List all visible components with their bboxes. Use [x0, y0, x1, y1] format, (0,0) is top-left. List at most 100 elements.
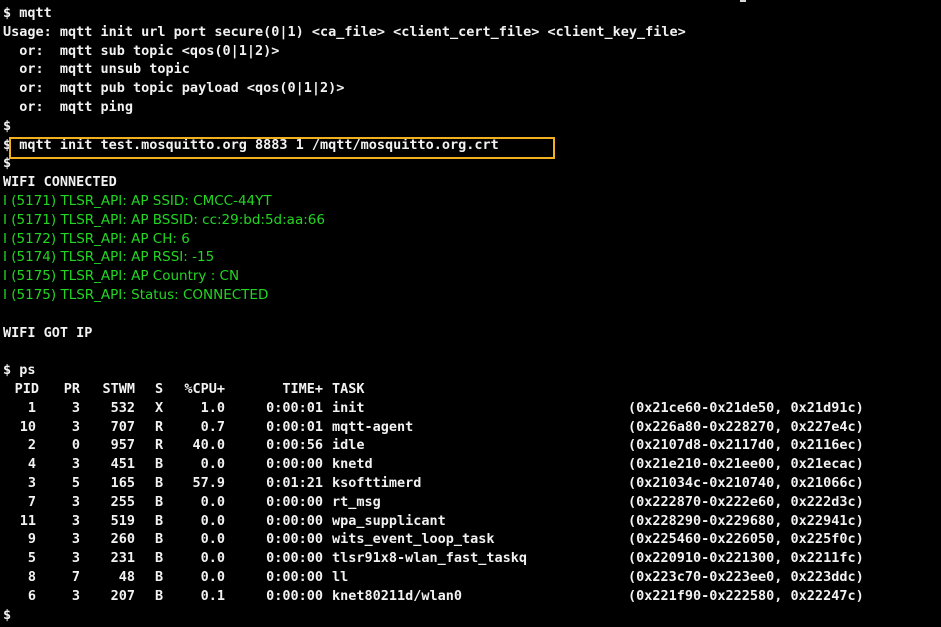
- ps-header-task: TASK: [332, 380, 365, 397]
- ps-cell-cpu: 0.0: [200, 568, 225, 585]
- ps-cell-task: ksofttimerd: [332, 474, 422, 491]
- ps-cell-s: B: [155, 587, 164, 604]
- ps-cell-pr: 3: [71, 550, 80, 567]
- ps-cell-time: 0:00:00: [266, 550, 323, 567]
- ps-cell-s: B: [155, 568, 164, 585]
- final-prompt-line: $: [3, 606, 12, 623]
- ps-table-row: 4 3 451 B 0.0 0:00:00 knetd (0x21e210-0x21ee00,…: [3, 455, 941, 474]
- wifi-connected-line: WIFI CONNECTED: [3, 174, 117, 191]
- ps-cell-cpu: 0.0: [200, 456, 225, 473]
- ps-cell-time: 0:00:00: [266, 512, 323, 529]
- cursor-mark: [740, 0, 746, 2]
- ps-cell-cpu: 0.7: [200, 418, 225, 435]
- ps-cell-task: rt_msg: [332, 493, 381, 510]
- ps-cell-time: 0:00:00: [266, 587, 323, 604]
- ps-cell-stwm: 260: [110, 531, 135, 548]
- ps-cell-time: 0:01:21: [266, 474, 323, 491]
- ps-cell-pid: 9: [27, 531, 36, 548]
- ps-cell-cpu: 1.0: [200, 399, 225, 416]
- terminal-line: or: mqtt pub topic payload <qos(0|1|2)>: [3, 80, 345, 97]
- ps-cell-task: init: [332, 399, 365, 416]
- ps-cell-task: ll: [332, 568, 349, 585]
- log-line: I (5172) TLSR_API: AP CH: 6: [3, 230, 190, 247]
- ps-cell-pid: 1: [27, 399, 36, 416]
- ps-cell-pid: 10: [19, 418, 36, 435]
- ps-cell-pid: 8: [27, 568, 36, 585]
- ps-cell-cpu: 0.0: [200, 531, 225, 548]
- ps-cell-pr: 3: [71, 531, 80, 548]
- ps-command-line: $ ps: [3, 362, 36, 379]
- log-line: I (5171) TLSR_API: AP SSID: CMCC-44YT: [3, 192, 272, 209]
- ps-header-row: PID PR STWM S %CPU+ TIME+ TASK: [3, 380, 941, 399]
- ps-cell-pr: 3: [71, 493, 80, 510]
- ps-cell-pr: 3: [71, 587, 80, 604]
- ps-table-row: 3 5 165 B 57.9 0:01:21 ksofttimerd (0x21034c-0x…: [3, 474, 941, 493]
- ps-cell-time: 0:00:01: [266, 399, 323, 416]
- ps-cell-pid: 6: [27, 587, 36, 604]
- ps-cell-stwm: 165: [110, 474, 135, 491]
- ps-cell-addr: (0x225460-0x226050, 0x225f0c): [628, 531, 864, 548]
- ps-cell-task: knetd: [332, 456, 373, 473]
- ps-header-stwm: STWM: [102, 380, 135, 397]
- ps-cell-s: B: [155, 512, 164, 529]
- ps-cell-addr: (0x228290-0x229680, 0x22941c): [628, 512, 864, 529]
- ps-cell-cpu: 40.0: [192, 437, 225, 454]
- ps-cell-stwm: 532: [110, 399, 135, 416]
- log-line: I (5174) TLSR_API: AP RSSI: -15: [3, 249, 215, 266]
- ps-cell-addr: (0x221f90-0x222580, 0x22247c): [628, 587, 864, 604]
- ps-table-row: 9 3 260 B 0.0 0:00:00 wits_event_loop_task (0x2…: [3, 530, 941, 549]
- ps-cell-cpu: 0.0: [200, 493, 225, 510]
- terminal-line: or: mqtt unsub topic: [3, 61, 190, 78]
- log-line: I (5171) TLSR_API: AP BSSID: cc:29:bd:5d…: [3, 211, 325, 228]
- ps-header-pr: PR: [63, 380, 80, 397]
- ps-cell-s: B: [155, 550, 164, 567]
- ps-cell-addr: (0x226a80-0x228270, 0x227e4c): [628, 418, 864, 435]
- ps-cell-s: B: [155, 474, 164, 491]
- ps-cell-pid: 11: [19, 512, 36, 529]
- ps-table-row: 10 3 707 R 0.7 0:00:01 mqtt-agent (0x226a80-0x2…: [3, 418, 941, 437]
- ps-cell-stwm: 707: [110, 418, 135, 435]
- ps-header-pid: PID: [14, 380, 39, 397]
- terminal-line: or: mqtt sub topic <qos(0|1|2)>: [3, 42, 280, 59]
- ps-cell-s: X: [155, 399, 164, 416]
- ps-cell-stwm: 255: [110, 493, 135, 510]
- ps-cell-addr: (0x220910-0x221300, 0x2211fc): [628, 550, 864, 567]
- ps-cell-stwm: 519: [110, 512, 135, 529]
- ps-cell-time: 0:00:00: [266, 568, 323, 585]
- ps-cell-time: 0:00:00: [266, 493, 323, 510]
- terminal-output[interactable]: $ mqtt Usage: mqtt init url port secure(…: [3, 4, 941, 624]
- ps-cell-stwm: 451: [110, 456, 135, 473]
- ps-cell-pid: 3: [27, 474, 36, 491]
- log-line: I (5175) TLSR_API: AP Country : CN: [3, 268, 240, 285]
- terminal-line: or: mqtt ping: [3, 98, 134, 115]
- ps-cell-cpu: 57.9: [192, 474, 225, 491]
- ps-cell-pr: 3: [71, 456, 80, 473]
- ps-cell-addr: (0x223c70-0x223ee0, 0x223ddc): [628, 568, 864, 585]
- ps-table-row: 7 3 255 B 0.0 0:00:00 rt_msg (0x222870-0x222e60…: [3, 493, 941, 512]
- ps-cell-stwm: 207: [110, 587, 135, 604]
- ps-cell-task: tlsr91x8-wlan_fast_taskq: [332, 550, 528, 567]
- log-line: I (5175) TLSR_API: Status: CONNECTED: [3, 286, 269, 303]
- ps-cell-pr: 3: [71, 418, 80, 435]
- ps-cell-task: mqtt-agent: [332, 418, 414, 435]
- ps-header-cpu: %CPU+: [184, 380, 225, 397]
- ps-cell-cpu: 0.0: [200, 512, 225, 529]
- ps-cell-pr: 3: [71, 512, 80, 529]
- terminal-line: $: [3, 155, 12, 172]
- ps-cell-pr: 0: [71, 437, 80, 454]
- ps-cell-s: B: [155, 456, 164, 473]
- highlighted-command-line: $ mqtt init test.mosquitto.org 8883 1 /m…: [3, 136, 499, 153]
- ps-table-row: 6 3 207 B 0.1 0:00:00 knet80211d/wlan0 (0x221f9…: [3, 587, 941, 606]
- ps-cell-time: 0:00:00: [266, 456, 323, 473]
- ps-cell-task: knet80211d/wlan0: [332, 587, 463, 604]
- ps-cell-pr: 3: [71, 399, 80, 416]
- ps-table-row: 11 3 519 B 0.0 0:00:00 wpa_supplicant (0x228290…: [3, 512, 941, 531]
- ps-cell-addr: (0x21e210-0x21ee00, 0x21ecac): [628, 456, 864, 473]
- ps-cell-pid: 5: [27, 550, 36, 567]
- ps-table-body: 1 3 532 X 1.0 0:00:01 init (0x21ce60-0x21de50, …: [3, 399, 941, 606]
- ps-cell-stwm: 957: [110, 437, 135, 454]
- ps-cell-task: wpa_supplicant: [332, 512, 446, 529]
- ps-cell-pid: 2: [27, 437, 36, 454]
- ps-header-time: TIME+: [282, 380, 323, 397]
